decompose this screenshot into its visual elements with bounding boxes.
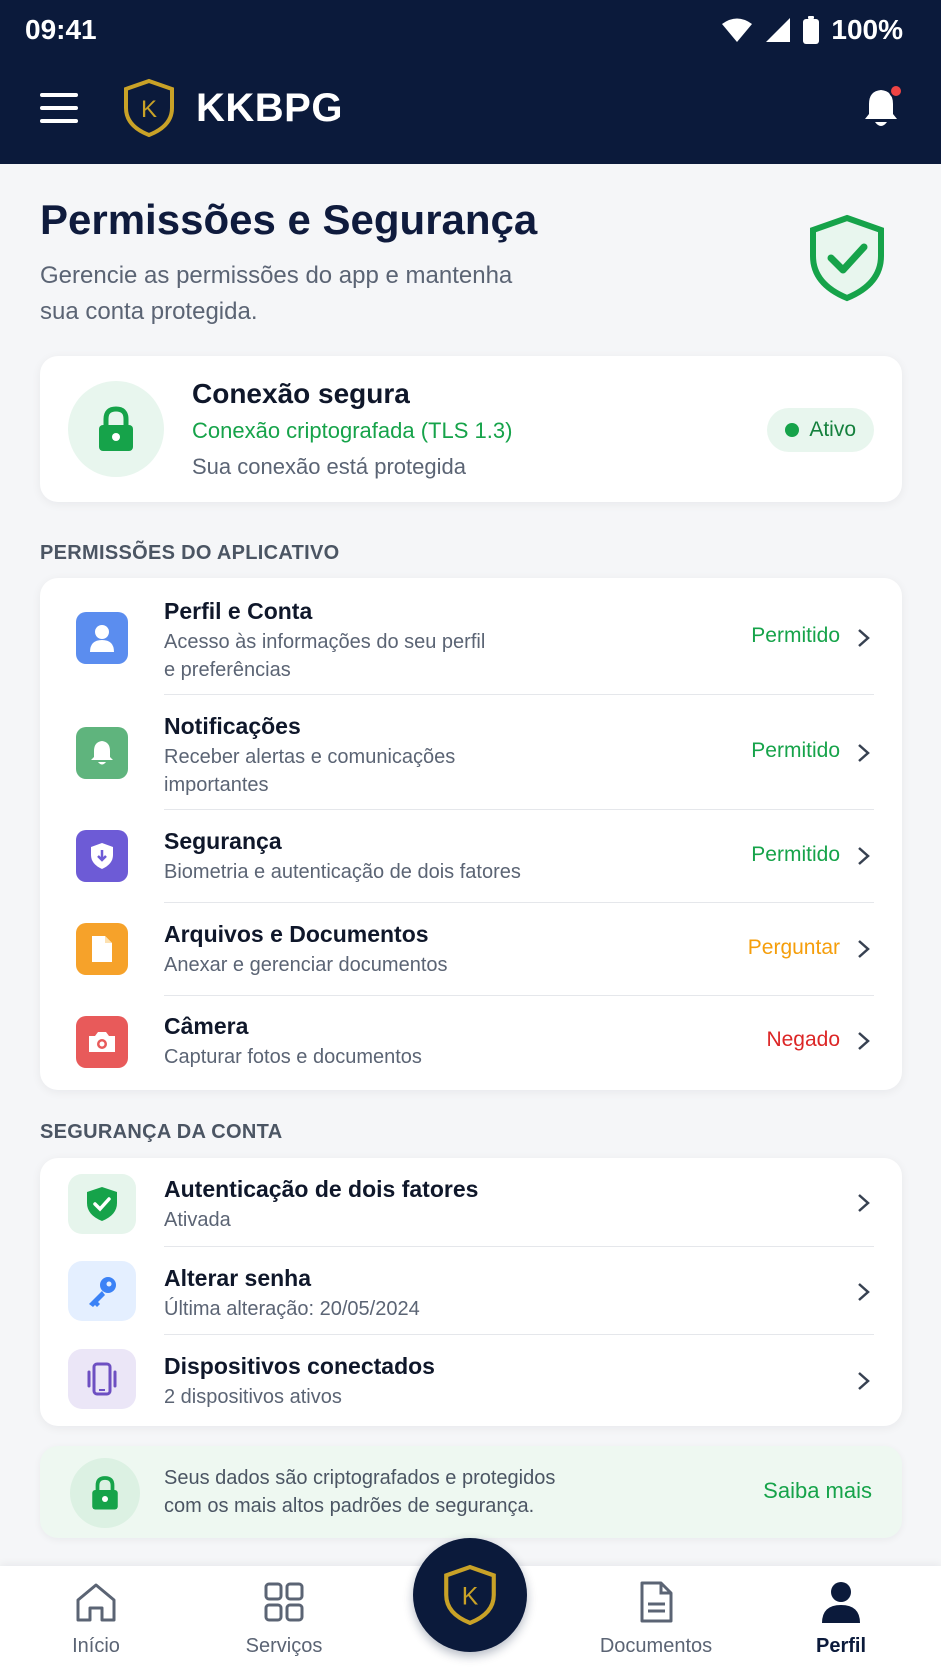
notification-badge: [889, 84, 903, 98]
phone-icon: [68, 1349, 136, 1409]
permission-row-security[interactable]: Segurança Biometria e autenticação de do…: [40, 810, 902, 903]
battery-percent: 100%: [831, 14, 903, 45]
security-description: Última alteração: 20/05/2024: [164, 1298, 420, 1320]
secure-connection-card: Conexão segura Conexão criptografada (TL…: [40, 356, 902, 502]
user-icon: [822, 1582, 860, 1623]
permission-title: Segurança: [164, 828, 282, 854]
permission-description: Receber alertas e comunicações importante…: [164, 746, 456, 796]
security-description: 2 dispositivos ativos: [164, 1386, 342, 1408]
permission-status: Negado: [766, 1028, 840, 1051]
account-security-label: SEGURANÇA DA CONTA: [40, 1121, 283, 1143]
chevron-right-icon: [858, 744, 870, 762]
notifications-button[interactable]: [861, 84, 903, 130]
bell-icon: [76, 727, 128, 779]
permission-description: Acesso às informações do seu perfil e pre…: [164, 631, 486, 681]
shield-icon: [76, 830, 128, 882]
nav-profile[interactable]: Perfil: [766, 1580, 916, 1658]
account-security-card: Autenticação de dois fatores Ativada Alt…: [40, 1158, 902, 1426]
chevron-right-icon: [858, 629, 870, 647]
connection-description: Sua conexão está protegida: [192, 454, 466, 479]
permission-title: Câmera: [164, 1013, 249, 1039]
app-bar: K KKBPG: [0, 70, 941, 146]
security-row-devices[interactable]: Dispositivos conectados 2 dispositivos a…: [40, 1335, 902, 1426]
nav-home[interactable]: Início: [21, 1580, 171, 1658]
chevron-right-icon: [858, 847, 870, 865]
permission-title: Perfil e Conta: [164, 598, 313, 624]
status-icons: 100%: [721, 14, 903, 46]
page-title: Permissões e Segurança: [40, 196, 538, 243]
brand: K KKBPG: [122, 78, 343, 138]
permission-row-camera[interactable]: Câmera Capturar fotos e documentos Negad…: [40, 996, 902, 1090]
permission-row-profile[interactable]: Perfil e Conta Acesso às informações do …: [40, 578, 902, 695]
app-permissions-card: Perfil e Conta Acesso às informações do …: [40, 578, 902, 1090]
security-title: Autenticação de dois fatores: [164, 1176, 479, 1202]
permission-title: Notificações: [164, 713, 301, 739]
page-subtitle: Gerencie as permissões do app e mantenha…: [40, 262, 513, 325]
user-icon: [76, 612, 128, 664]
document-icon: [76, 923, 128, 975]
permission-description: Capturar fotos e documentos: [164, 1046, 422, 1068]
connection-title: Conexão segura: [192, 378, 410, 409]
permission-description: Anexar e gerenciar documentos: [164, 954, 448, 976]
security-title: Dispositivos conectados: [164, 1353, 435, 1379]
chevron-right-icon: [858, 1194, 870, 1212]
signal-icon: [766, 18, 791, 42]
permission-title: Arquivos e Documentos: [164, 921, 429, 947]
lock-icon: [70, 1458, 140, 1528]
nav-documents[interactable]: Documentos: [581, 1580, 731, 1658]
app-header: 09:41 100% K KKBPG: [0, 0, 941, 164]
svg-text:K: K: [462, 1583, 479, 1610]
battery-icon: [803, 16, 820, 44]
permission-row-notifications[interactable]: Notificações Receber alertas e comunicaç…: [40, 695, 902, 810]
chevron-right-icon: [858, 1372, 870, 1390]
security-title: Alterar senha: [164, 1265, 312, 1291]
security-row-2fa[interactable]: Autenticação de dois fatores Ativada: [40, 1158, 902, 1247]
shield-check-icon: [68, 1174, 136, 1234]
grid-icon: [264, 1582, 304, 1622]
key-icon: [68, 1261, 136, 1321]
security-row-password[interactable]: Alterar senha Última alteração: 20/05/20…: [40, 1247, 902, 1335]
shield-logo-icon: K: [124, 78, 174, 138]
permission-status: Perguntar: [747, 936, 840, 959]
chevron-right-icon: [858, 1283, 870, 1301]
page-heading: Permissões e Segurança Gerencie as permi…: [40, 196, 640, 330]
hamburger-menu-icon[interactable]: [40, 93, 78, 123]
home-icon: [76, 1583, 116, 1622]
nav-services[interactable]: Serviços: [209, 1580, 359, 1658]
chevron-right-icon: [858, 1032, 870, 1050]
shield-check-icon: [810, 214, 884, 302]
security-description: Ativada: [164, 1209, 231, 1231]
learn-more-link[interactable]: Saiba mais: [763, 1478, 872, 1504]
home-shield-button[interactable]: K: [413, 1538, 527, 1652]
svg-text:K: K: [141, 96, 157, 123]
app-permissions-label: PERMISSÕES DO APLICATIVO: [40, 542, 340, 564]
permission-row-files[interactable]: Arquivos e Documentos Anexar e gerenciar…: [40, 903, 902, 996]
encryption-info-banner: Seus dados são criptografados e protegid…: [40, 1446, 902, 1538]
permission-status: Permitido: [751, 624, 840, 647]
lock-icon: [68, 381, 164, 477]
document-icon: [640, 1581, 673, 1623]
permission-status: Permitido: [751, 739, 840, 762]
status-bar: 09:41 100%: [0, 0, 941, 60]
app-title: KKBPG: [196, 85, 343, 130]
permission-description: Biometria e autenticação de dois fatores: [164, 861, 521, 883]
status-badge: Ativo: [767, 408, 874, 452]
info-text: Seus dados são criptografados e protegid…: [164, 1467, 556, 1517]
shield-logo-icon: K: [444, 1564, 496, 1626]
chevron-right-icon: [858, 940, 870, 958]
wifi-icon: [722, 18, 753, 42]
camera-icon: [76, 1016, 128, 1068]
connection-subtitle: Conexão criptografada (TLS 1.3): [192, 418, 513, 443]
permission-status: Permitido: [751, 843, 840, 866]
status-time: 09:41: [25, 14, 97, 45]
